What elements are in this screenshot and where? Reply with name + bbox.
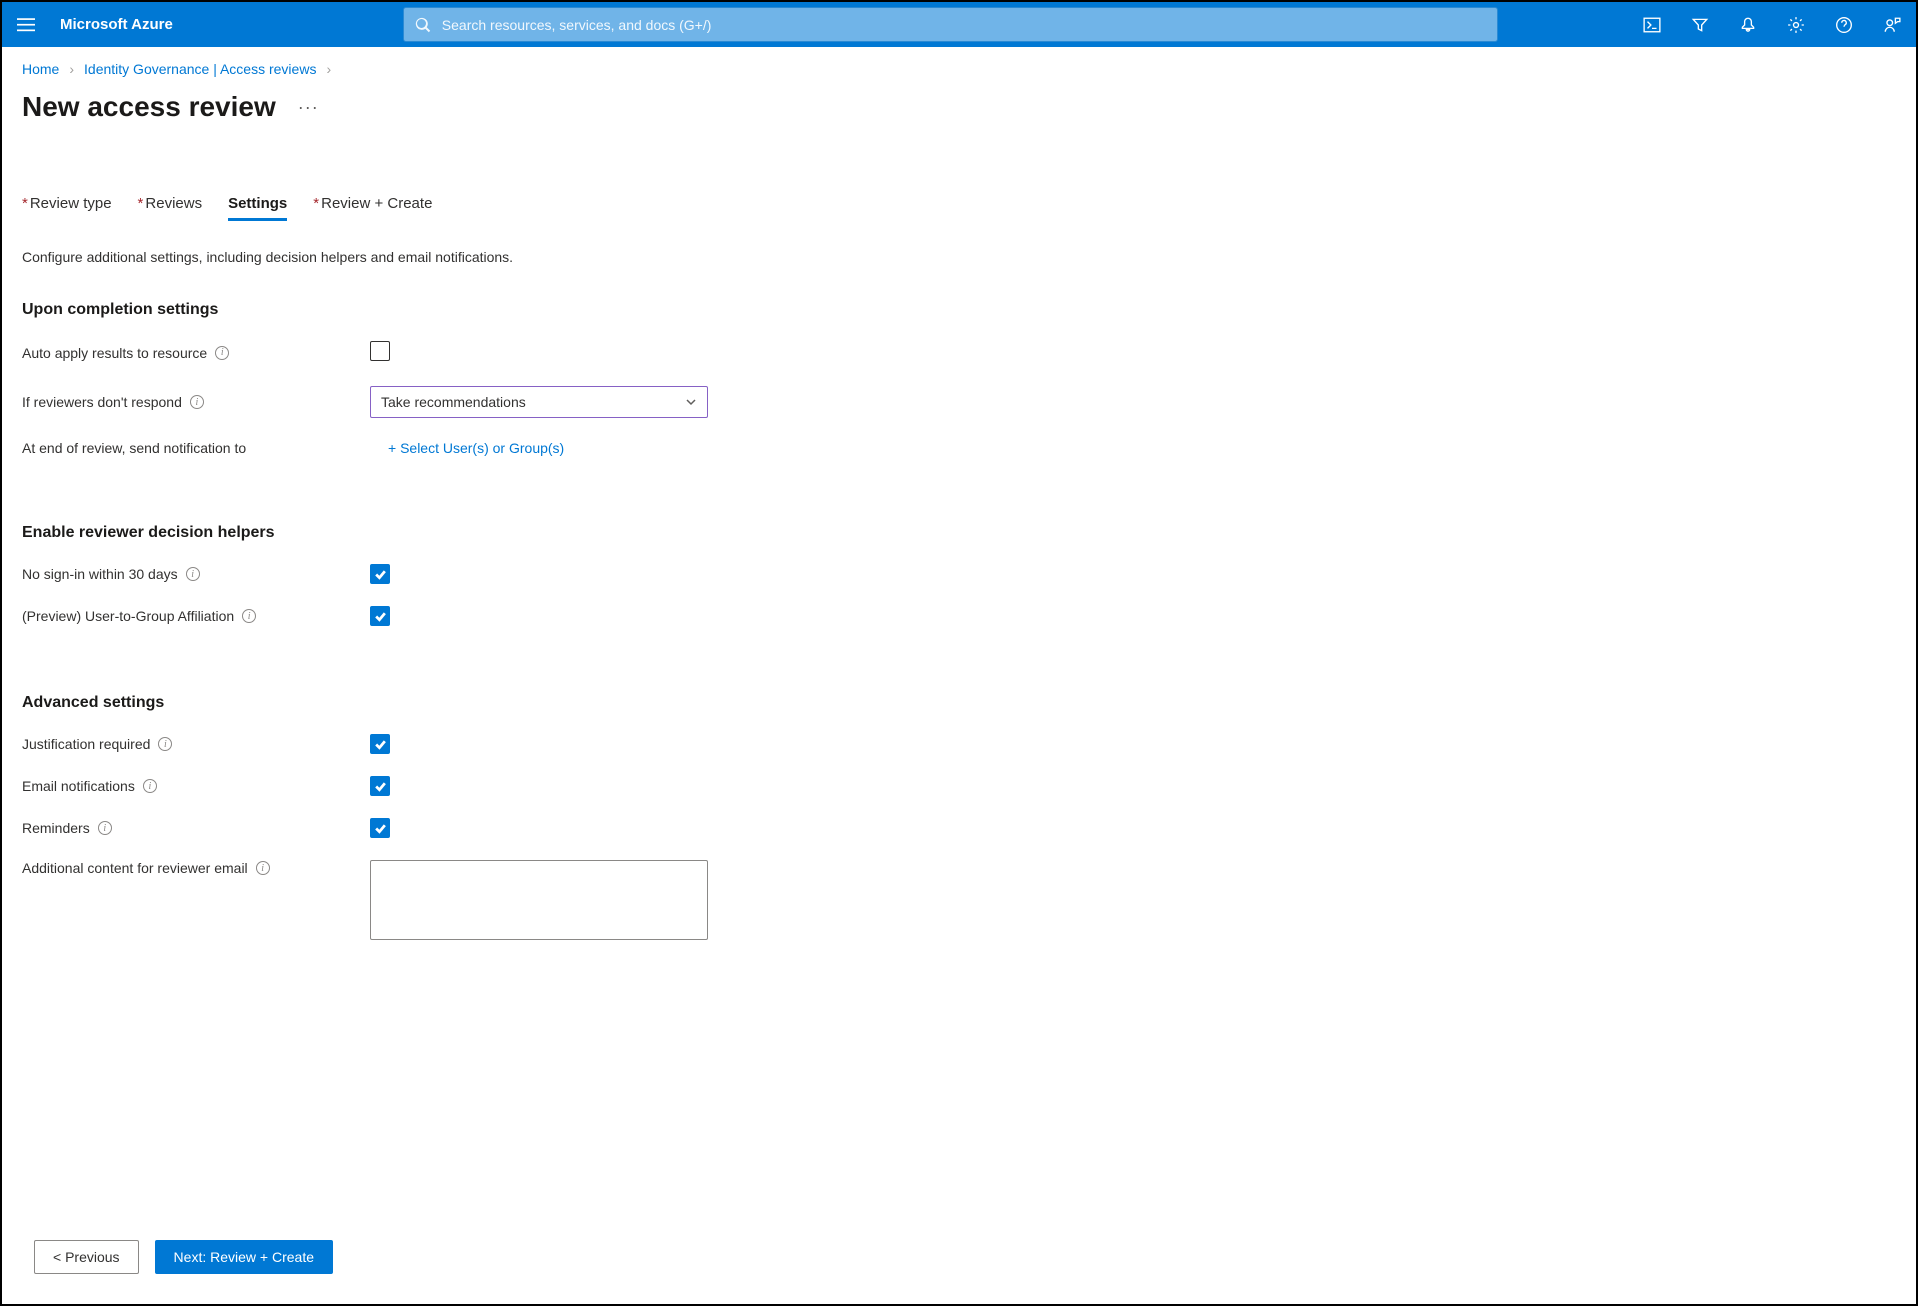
next-button[interactable]: Next: Review + Create bbox=[155, 1240, 333, 1274]
label-reminders: Reminders bbox=[22, 820, 90, 836]
checkbox-email-notif[interactable] bbox=[370, 776, 390, 796]
global-search[interactable] bbox=[403, 7, 1498, 42]
textarea-additional-content[interactable] bbox=[370, 860, 708, 940]
previous-button[interactable]: < Previous bbox=[34, 1240, 139, 1274]
tab-review-create[interactable]: *Review + Create bbox=[313, 195, 432, 221]
directories-button[interactable] bbox=[1676, 2, 1724, 47]
gear-icon bbox=[1787, 16, 1805, 34]
label-user-group-aff: (Preview) User-to-Group Affiliation bbox=[22, 608, 234, 624]
notifications-button[interactable] bbox=[1724, 2, 1772, 47]
breadcrumb-identity-governance[interactable]: Identity Governance | Access reviews bbox=[84, 61, 316, 77]
tab-review-type[interactable]: *Review type bbox=[22, 195, 112, 221]
help-icon bbox=[1835, 16, 1853, 34]
info-icon[interactable]: i bbox=[158, 737, 172, 751]
info-icon[interactable]: i bbox=[143, 779, 157, 793]
info-icon[interactable]: i bbox=[190, 395, 204, 409]
info-icon[interactable]: i bbox=[242, 609, 256, 623]
label-email-notif: Email notifications bbox=[22, 778, 135, 794]
more-options-button[interactable]: ··· bbox=[298, 97, 319, 118]
label-no-signin: No sign-in within 30 days bbox=[22, 566, 178, 582]
chevron-down-icon bbox=[685, 396, 697, 408]
menu-button[interactable] bbox=[2, 2, 50, 47]
checkbox-justification[interactable] bbox=[370, 734, 390, 754]
link-select-users[interactable]: + Select User(s) or Group(s) bbox=[388, 440, 564, 456]
info-icon[interactable]: i bbox=[98, 821, 112, 835]
feedback-button[interactable] bbox=[1868, 2, 1916, 47]
search-input[interactable] bbox=[403, 7, 1498, 42]
chevron-right-icon: › bbox=[69, 61, 74, 77]
bell-icon bbox=[1739, 16, 1757, 34]
section-decision-helpers: Enable reviewer decision helpers bbox=[22, 524, 1896, 542]
azure-topbar: Microsoft Azure bbox=[2, 2, 1916, 47]
wizard-footer-buttons: < Previous Next: Review + Create bbox=[34, 1240, 333, 1274]
tab-settings[interactable]: Settings bbox=[228, 195, 287, 221]
cloud-shell-icon bbox=[1643, 16, 1661, 34]
page-title: New access review bbox=[22, 91, 276, 123]
checkbox-user-group-aff[interactable] bbox=[370, 606, 390, 626]
checkbox-reminders[interactable] bbox=[370, 818, 390, 838]
breadcrumb-home[interactable]: Home bbox=[22, 61, 59, 77]
select-if-no-respond[interactable]: Take recommendations bbox=[370, 386, 708, 418]
settings-button[interactable] bbox=[1772, 2, 1820, 47]
section-upon-completion: Upon completion settings bbox=[22, 301, 1896, 319]
label-end-notify: At end of review, send notification to bbox=[22, 440, 246, 456]
info-icon[interactable]: i bbox=[215, 346, 229, 360]
help-button[interactable] bbox=[1820, 2, 1868, 47]
label-auto-apply: Auto apply results to resource bbox=[22, 345, 207, 361]
filter-icon bbox=[1691, 16, 1709, 34]
section-advanced: Advanced settings bbox=[22, 694, 1896, 712]
wizard-tabs: *Review type *Reviews Settings *Review +… bbox=[22, 195, 1896, 221]
page-content: Home › Identity Governance | Access revi… bbox=[2, 47, 1916, 943]
checkbox-no-signin[interactable] bbox=[370, 564, 390, 584]
select-value: Take recommendations bbox=[381, 394, 526, 410]
info-icon[interactable]: i bbox=[256, 861, 270, 875]
tab-reviews[interactable]: *Reviews bbox=[138, 195, 203, 221]
label-if-no-respond: If reviewers don't respond bbox=[22, 394, 182, 410]
info-icon[interactable]: i bbox=[186, 567, 200, 581]
label-justification: Justification required bbox=[22, 736, 150, 752]
chevron-right-icon: › bbox=[326, 61, 331, 77]
breadcrumb: Home › Identity Governance | Access revi… bbox=[22, 61, 1896, 77]
hamburger-icon bbox=[17, 16, 35, 34]
checkbox-auto-apply[interactable] bbox=[370, 341, 390, 361]
person-feedback-icon bbox=[1883, 16, 1901, 34]
cloud-shell-button[interactable] bbox=[1628, 2, 1676, 47]
search-icon bbox=[415, 17, 431, 33]
tab-description: Configure additional settings, including… bbox=[22, 249, 1896, 265]
topbar-icon-group bbox=[1628, 2, 1916, 47]
brand-label: Microsoft Azure bbox=[50, 16, 203, 33]
label-additional-content: Additional content for reviewer email bbox=[22, 860, 248, 876]
